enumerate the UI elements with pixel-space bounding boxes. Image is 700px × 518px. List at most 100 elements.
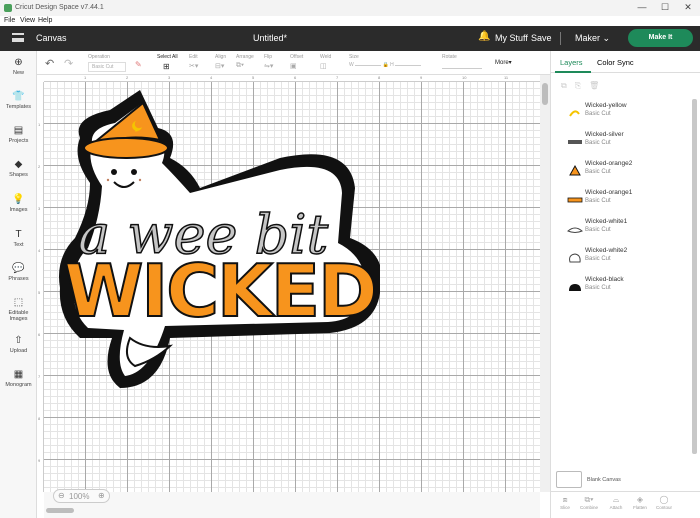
menu-bar: File View Help: [0, 16, 700, 26]
select-all-icon: ⊞: [163, 62, 170, 71]
pen-color-icon[interactable]: ✎: [135, 60, 142, 69]
nav-label: Editable Images: [8, 310, 29, 322]
layer-thumbnail-icon: [569, 284, 581, 291]
minimize-icon[interactable]: —: [632, 2, 652, 12]
vertical-scroll-thumb[interactable]: [542, 83, 548, 105]
tab-layers[interactable]: Layers: [560, 58, 583, 67]
ruler-tick-label: 6: [294, 75, 297, 80]
layer-item-wicked-white2[interactable]: Wicked-white2 Basic Cut: [551, 245, 691, 271]
align-button[interactable]: Align ⊟▾: [215, 54, 226, 70]
nav-new[interactable]: ⊕ New: [0, 57, 37, 76]
nav-label: Shapes: [9, 172, 28, 178]
nav-label: New: [12, 70, 24, 76]
height-field[interactable]: [395, 65, 422, 66]
undo-icon[interactable]: ↶: [45, 57, 54, 70]
more-button[interactable]: More▾: [495, 59, 512, 66]
nav-templates[interactable]: 👕 Templates: [0, 91, 37, 110]
ruler-tick-label: 5: [38, 290, 41, 295]
ruler-tick-label: 8: [38, 416, 41, 421]
flip-button[interactable]: Flip ⇋▾: [264, 54, 273, 70]
slice-button[interactable]: ⧈ Slice: [554, 495, 576, 510]
flatten-button[interactable]: ◈ Flatten: [629, 495, 651, 510]
nav-images[interactable]: 💡 Images: [0, 194, 37, 213]
bell-icon[interactable]: 🔔: [478, 31, 490, 42]
document-title[interactable]: Untitled*: [253, 33, 287, 43]
layer-item-wicked-black[interactable]: Wicked-black Basic Cut: [551, 274, 691, 300]
width-field[interactable]: [355, 65, 382, 66]
edit-toolbar: ↶ ↷ Operation Basic Cut ✎ Select All ⊞ Edi…: [37, 51, 550, 75]
redo-icon[interactable]: ↷: [64, 57, 73, 70]
ghost-cheek-right: [138, 178, 142, 182]
menu-view[interactable]: View: [20, 17, 35, 24]
arrange-icon: ⧉▾: [236, 62, 244, 69]
arrange-label: Arrange: [236, 54, 254, 60]
rotate-field[interactable]: [442, 62, 482, 69]
layer-item-wicked-orange2[interactable]: Wicked-orange2 Basic Cut: [551, 158, 691, 184]
panel-scroll-thumb[interactable]: [692, 99, 697, 454]
maximize-icon[interactable]: ☐: [655, 2, 675, 13]
lock-icon[interactable]: 🔒: [383, 62, 389, 68]
contour-label: Contour: [655, 505, 672, 510]
combine-button[interactable]: ⧉▾ Combine: [578, 495, 600, 510]
zoom-value: 100%: [69, 492, 90, 501]
layer-operation: Basic Cut: [585, 169, 611, 175]
nav-projects[interactable]: ▤ Projects: [0, 125, 37, 144]
contour-button[interactable]: ◯ Contour: [653, 495, 675, 510]
weld-button[interactable]: Weld ◫: [320, 54, 331, 70]
app-header: Canvas Untitled* 🔔 My Stuff Save Maker ⌄…: [0, 26, 700, 51]
layer-name: Wicked-yellow: [585, 102, 627, 109]
upload-icon: ⇧: [14, 335, 23, 346]
section-title: Canvas: [36, 33, 67, 43]
save-button[interactable]: Save: [531, 33, 552, 43]
my-stuff-link[interactable]: My Stuff: [495, 33, 528, 43]
rotate-group: Rotate: [442, 54, 482, 71]
duplicate-icon[interactable]: ⎘: [575, 81, 581, 90]
blank-canvas-swatch[interactable]: [556, 471, 582, 488]
layer-item-wicked-white1[interactable]: Wicked-white1 Basic Cut: [551, 216, 691, 242]
nav-shapes[interactable]: ◆ Shapes: [0, 159, 37, 178]
nav-phrases[interactable]: 💬 Phrases: [0, 263, 37, 282]
trash-icon[interactable]: 🗑: [589, 81, 599, 90]
design-main-text: WICKED: [64, 249, 376, 333]
horizontal-scrollbar[interactable]: [44, 492, 540, 518]
slice-label: Slice: [560, 505, 570, 510]
size-label: Size: [349, 54, 359, 60]
zoom-out-icon[interactable]: ⊖: [58, 491, 65, 500]
layer-item-wicked-silver[interactable]: Wicked-silver Basic Cut: [551, 129, 691, 155]
width-field-label[interactable]: W: [349, 62, 354, 68]
layer-thumbnail-icon: [568, 140, 582, 144]
select-all-button[interactable]: Select All ⊞: [157, 54, 178, 71]
nav-upload[interactable]: ⇧ Upload: [0, 335, 37, 354]
zoom-in-icon[interactable]: ⊕: [98, 491, 105, 500]
hamburger-menu-icon[interactable]: [12, 33, 24, 42]
scissors-icon: ✂▾: [189, 63, 199, 70]
height-field-label[interactable]: H: [390, 62, 394, 68]
operation-select[interactable]: Operation Basic Cut: [88, 54, 126, 72]
nav-editable-images[interactable]: ⬚ Editable Images: [0, 297, 37, 322]
arrange-button[interactable]: Arrange ⧉▾: [236, 54, 254, 70]
make-it-button[interactable]: Make It: [628, 29, 693, 47]
wicked-design[interactable]: ★ a wee bit WICKED: [50, 88, 380, 398]
group-icon[interactable]: ⧉: [561, 81, 567, 90]
layer-item-wicked-orange1[interactable]: Wicked-orange1 Basic Cut: [551, 187, 691, 213]
menu-file[interactable]: File: [4, 17, 15, 24]
tab-color-sync[interactable]: Color Sync: [597, 58, 634, 67]
menu-help[interactable]: Help: [38, 17, 52, 24]
size-group: Size W 🔒 H: [349, 54, 422, 68]
layer-thumbnail-icon: [569, 164, 581, 176]
ruler-tick-label: 1: [84, 75, 87, 80]
nav-text[interactable]: T Text: [0, 229, 37, 248]
machine-select[interactable]: Maker ⌄: [575, 33, 610, 44]
vertical-scrollbar[interactable]: [540, 75, 550, 492]
ruler-tick-label: 2: [126, 75, 129, 80]
ghost-right-eye: [131, 169, 137, 175]
attach-button[interactable]: ⌓ Attach: [605, 495, 627, 510]
nav-monogram[interactable]: ▦ Monogram: [0, 369, 37, 388]
edit-button[interactable]: Edit ✂▾: [189, 54, 198, 70]
ruler-horizontal: 1 2 3 4 5 6 7 8 9 10 11: [44, 75, 540, 82]
ghost-cheek-left: [106, 178, 110, 182]
horizontal-scroll-thumb[interactable]: [46, 508, 74, 513]
layer-item-wicked-yellow[interactable]: Wicked-yellow Basic Cut: [551, 100, 691, 126]
offset-button[interactable]: Offset ▣: [290, 54, 303, 70]
close-icon[interactable]: ✕: [678, 2, 698, 13]
